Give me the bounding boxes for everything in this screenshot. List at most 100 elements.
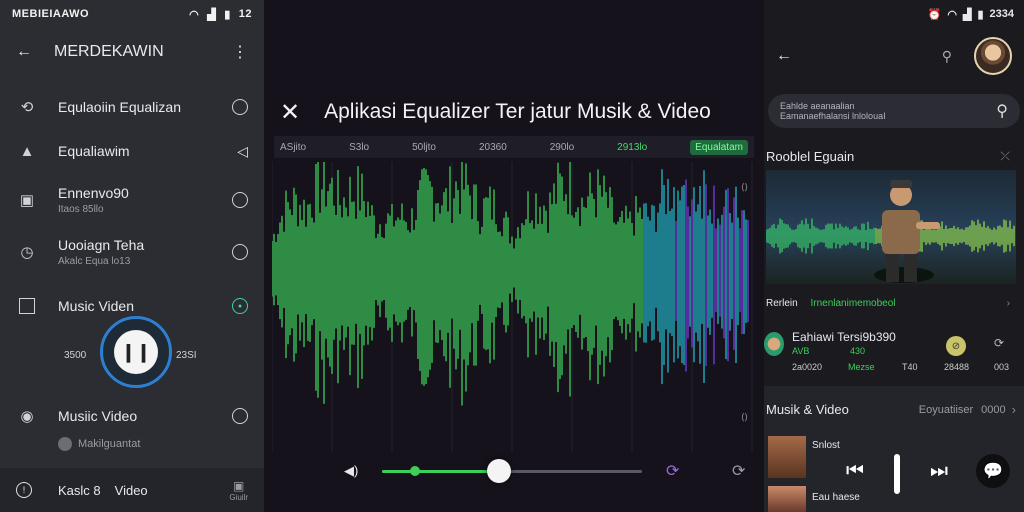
radio-dot-icon: ◉ (20, 408, 34, 425)
list-item-music-video[interactable]: ◉ Musiic Video (0, 404, 264, 428)
pause-icon: ❙❙ (114, 330, 158, 374)
tab-equalizer-active[interactable]: Equalatam (690, 139, 748, 155)
tab-freq-2[interactable]: S3lo (349, 142, 369, 153)
list-item-ennenvo[interactable]: ▣ Ennenvo90 Itaos 85llo (0, 182, 264, 218)
status-bar: MEBIEIAAWO ◠ ▟ ▮ 12 (0, 0, 264, 28)
section-right-count: 0000 (981, 403, 1006, 416)
seek-slider[interactable] (382, 459, 642, 483)
sublabel-row: Makilguantat (58, 437, 140, 451)
tab-freq-4[interactable]: 20360 (479, 142, 507, 153)
right-status-time: 2334 (989, 8, 1014, 20)
row-label: Rerlein (766, 297, 798, 309)
battery-icon: ▮ (224, 8, 231, 21)
refresh-icon[interactable]: ⟳ (994, 336, 1004, 350)
stat-1: 2a0020 (792, 362, 823, 372)
battery-icon: ▮ (977, 8, 984, 21)
row-rerlein[interactable]: Rerlein Irnenlanimemobeol › (764, 294, 1024, 312)
list-item-equaliawim[interactable]: ▲ Equaliawim ◁ (0, 137, 264, 165)
left-footer: ! Kaslc 8 Video ▣ Giuilr (0, 468, 264, 512)
track-meta-1: AVB (792, 346, 810, 356)
track-title: Eahiawi Tersi9b390 (792, 330, 896, 344)
video-thumbnail[interactable] (766, 170, 1016, 284)
chevron-right-icon[interactable]: › (1007, 298, 1010, 309)
seek-start-dot (410, 466, 420, 476)
section-header-1: Rooblel Eguain ⤫ (764, 146, 1024, 166)
track-thumb-1[interactable] (768, 436, 806, 478)
row-value: Irnenlanimemobeol (810, 297, 896, 309)
more-vert-icon[interactable]: ⋮ (232, 42, 248, 62)
close-icon[interactable]: ✕ (280, 98, 300, 127)
pause-bar-icon[interactable] (894, 454, 900, 494)
wifi-icon: ◠ (189, 8, 200, 21)
volume-icon[interactable]: ◀) (344, 463, 358, 479)
coin-icon[interactable]: ⊘ (946, 336, 966, 356)
footer-label-video[interactable]: Video (115, 483, 148, 498)
back-arrow-icon[interactable]: ← (16, 43, 32, 61)
loop-icon[interactable]: ⟳ (732, 461, 745, 481)
stat-3: T40 (902, 362, 918, 372)
collapse-icon[interactable]: ⤫ (1000, 149, 1010, 164)
list-item-label: Music Viden (58, 298, 135, 314)
thumbnail-art (766, 180, 1015, 283)
footer-label[interactable]: Kaslc 8 (58, 483, 101, 498)
chat-bubble-button[interactable]: 💬 (976, 454, 1010, 488)
track-name-1: Snlost (812, 440, 840, 451)
right-status-bar: ⏰ ◠ ▟ ▮ 2334 (764, 0, 1024, 28)
side-marker-top: ⟨⟩ (740, 182, 748, 192)
info-icon (58, 437, 72, 451)
radio-icon[interactable] (232, 408, 248, 424)
list-item-uooiagn[interactable]: ◷ Uooiagn Teha Akalc Equa lo13 (0, 234, 264, 270)
time-elapsed: 3500 (64, 350, 87, 361)
play-pause-button[interactable]: ❙❙ (100, 316, 172, 388)
list-item-sublabel: Itaos 85llo (58, 204, 104, 215)
track-meta-2: 430 (850, 346, 866, 356)
list-item-label: Equlaoiin Equalizan (58, 99, 181, 115)
radio-icon[interactable] (232, 99, 248, 115)
section-header-2: Musik & Video Eoyuatiiser 0000 › (766, 402, 1016, 417)
repeat-icon[interactable]: ⟳ (666, 461, 679, 481)
list-item-label: Uooiagn Teha (58, 237, 145, 253)
side-marker-bottom: ⟨⟩ (740, 412, 748, 422)
track-name-2: Eau haese (812, 492, 860, 503)
tab-freq-3[interactable]: 50ljto (412, 142, 436, 153)
equalizer-header: ✕ Aplikasi Equalizer Ter jatur Musik & V… (264, 88, 764, 136)
footer-right[interactable]: ▣ Giuilr (229, 479, 248, 502)
list-item-label: Ennenvo90 (58, 185, 129, 201)
track-thumb-2[interactable] (768, 486, 806, 512)
list-item-sublabel: Akalc Equa lo13 (58, 256, 131, 267)
back-arrow-icon[interactable]: ← (776, 47, 792, 65)
checkbox-icon[interactable] (19, 298, 35, 314)
share-icon[interactable]: ◁ (237, 143, 248, 160)
radio-selected-icon[interactable]: ● (232, 298, 248, 314)
stat-4: 28488 (944, 362, 970, 372)
list-item-label: Musiic Video (58, 408, 138, 424)
section-title: Musik & Video (766, 402, 849, 417)
pin-icon[interactable]: ⚲ (996, 101, 1008, 121)
equalizer-title: Aplikasi Equalizer Ter jatur Musik & Vid… (324, 100, 711, 123)
equalizer-panel: ✕ Aplikasi Equalizer Ter jatur Musik & V… (264, 0, 764, 512)
skip-next-icon[interactable]: ⏭ (930, 460, 948, 483)
search-bar[interactable]: Eahlde aeanaalian Eamanaefhalansi lnlolo… (768, 94, 1020, 128)
sync-icon: ⟲ (20, 99, 34, 116)
search-icon[interactable]: ⚲ (942, 48, 952, 65)
tab-freq-1[interactable]: ASjito (280, 142, 306, 153)
info-circle-icon[interactable]: ! (16, 482, 32, 498)
left-header: ← MERDEKAWIN ⋮ (0, 28, 264, 76)
tab-freq-6[interactable]: 2913lo (617, 142, 647, 153)
signal-icon: ▟ (207, 8, 217, 21)
list-item-equalizer[interactable]: ⟲ Equlaoiin Equalizan (0, 93, 264, 121)
section-title: Rooblel Eguain (766, 148, 855, 164)
tab-freq-5[interactable]: 290lo (550, 142, 574, 153)
track-card[interactable]: Eahiawi Tersi9b390 AVB 430 ⊘ ⟳ 2a0020 Me… (764, 326, 1024, 378)
wifi-icon: ◠ (947, 8, 957, 21)
right-panel: ⏰ ◠ ▟ ▮ 2334 ← ⚲ Eahlde aeanaalian Eaman… (764, 0, 1024, 512)
seek-knob[interactable] (487, 459, 511, 483)
playback-controls: ◀) ⟳ ⟳ (264, 452, 764, 492)
skip-previous-icon[interactable]: ⏮ (846, 460, 864, 483)
avatar[interactable] (974, 37, 1012, 75)
radio-icon[interactable] (232, 244, 248, 260)
section-right-label[interactable]: Eoyuatiiser (919, 404, 973, 416)
radio-icon[interactable] (232, 192, 248, 208)
chevron-right-icon[interactable]: › (1012, 402, 1016, 417)
signal-icon: ▟ (962, 8, 972, 21)
